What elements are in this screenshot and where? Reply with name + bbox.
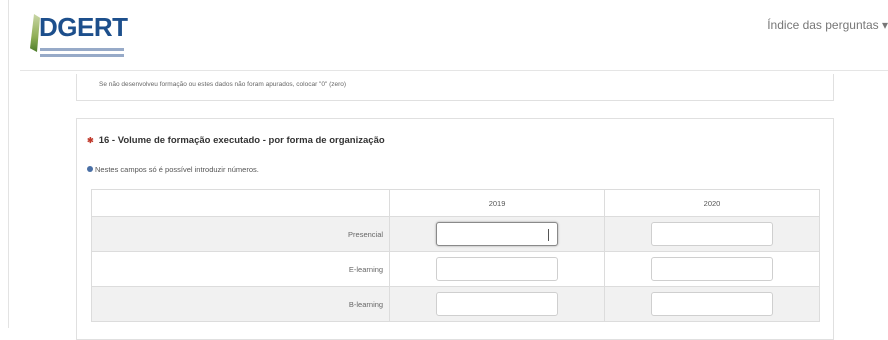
info-icon [87, 166, 93, 172]
blearning-2019-input[interactable] [436, 292, 559, 316]
column-header-2020: 2020 [604, 189, 820, 217]
presencial-2020-input[interactable] [651, 222, 774, 246]
previous-question-card: Se não desenvolveu formação ou estes dad… [76, 74, 834, 101]
presencial-2019-input[interactable] [436, 222, 559, 246]
table-row: B-learning [90, 286, 820, 322]
logo-text: DGERT [39, 12, 128, 42]
elearning-2020-input[interactable] [651, 257, 774, 281]
table-row: E-learning [90, 251, 820, 287]
question-card: ✱ 16 - Volume de formação executado - por… [76, 118, 834, 340]
row-label-presencial: Presencial [90, 216, 391, 252]
question-title: ✱ 16 - Volume de formação executado - por… [87, 135, 385, 146]
dgert-logo[interactable]: DGERT [30, 10, 128, 64]
question-title-text: 16 - Volume de formação executado - por … [98, 135, 385, 146]
question-index-dropdown[interactable]: Índice das perguntas ▾ [767, 18, 888, 32]
question-hint-text: Nestes campos só é possível introduzir n… [95, 165, 259, 174]
logo-subtitle-lines [40, 48, 124, 60]
elearning-2019-input[interactable] [436, 257, 559, 281]
row-label-blearning: B-learning [90, 286, 391, 322]
table-header-empty [90, 189, 391, 217]
column-header-2019: 2019 [389, 189, 606, 217]
header-divider [20, 70, 888, 71]
previous-question-note: Se não desenvolveu formação ou estes dad… [99, 81, 347, 88]
question-hint: Nestes campos só é possível introduzir n… [87, 165, 259, 174]
table-header-row: 2019 2020 [90, 189, 820, 217]
header: DGERT Índice das perguntas ▾ [12, 0, 888, 70]
row-label-elearning: E-learning [90, 251, 391, 287]
table-row: Presencial [90, 216, 820, 252]
text-caret [548, 229, 550, 241]
blearning-2020-input[interactable] [651, 292, 774, 316]
required-asterisk-icon: ✱ [87, 136, 94, 145]
answer-table: 2019 2020 Presencial E-learning B-learni… [90, 189, 820, 322]
